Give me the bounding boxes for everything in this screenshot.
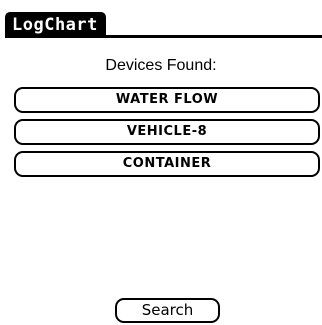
title-underline <box>5 35 322 38</box>
device-button-vehicle-8[interactable]: VEHICLE-8 <box>14 119 320 145</box>
app-title[interactable]: LogChart <box>5 12 106 37</box>
title-bar: LogChart <box>0 0 322 40</box>
device-button-container[interactable]: CONTAINER <box>14 151 320 177</box>
devices-found-heading: Devices Found: <box>105 57 217 74</box>
list-item: WATER FLOW <box>14 87 320 113</box>
list-item: CONTAINER <box>14 151 320 177</box>
list-item: VEHICLE-8 <box>14 119 320 145</box>
search-button[interactable]: Search <box>115 298 220 323</box>
device-button-water-flow[interactable]: WATER FLOW <box>14 87 320 113</box>
device-list: WATER FLOW VEHICLE-8 CONTAINER <box>14 87 320 183</box>
